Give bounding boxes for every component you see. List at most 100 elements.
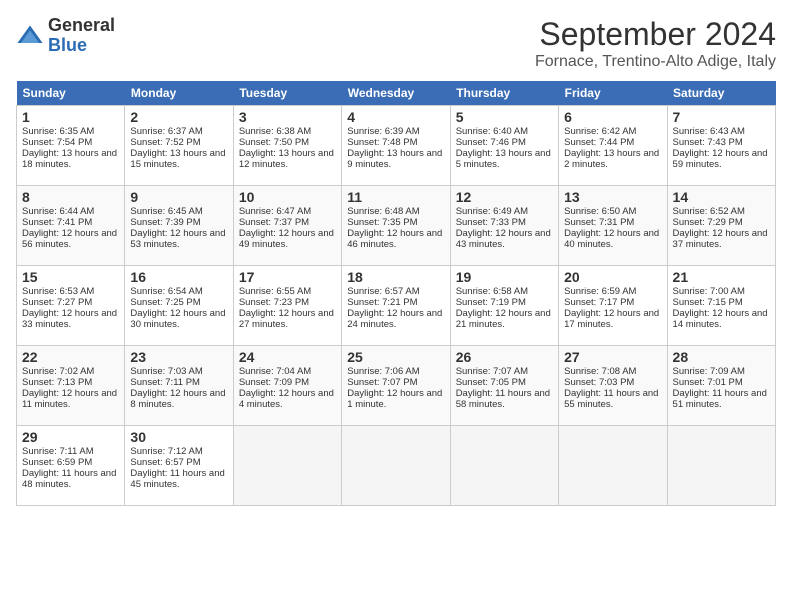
day-info: Daylight: 12 hours and 37 minutes. — [673, 228, 770, 250]
day-info: Sunrise: 6:57 AM — [347, 286, 444, 297]
day-info: Daylight: 12 hours and 17 minutes. — [564, 308, 661, 330]
day-info: Sunset: 7:13 PM — [22, 377, 119, 388]
calendar-cell: 28Sunrise: 7:09 AMSunset: 7:01 PMDayligh… — [667, 346, 775, 426]
calendar-cell: 29Sunrise: 7:11 AMSunset: 6:59 PMDayligh… — [17, 426, 125, 506]
day-number: 11 — [347, 189, 444, 205]
day-info: Sunrise: 6:35 AM — [22, 126, 119, 137]
week-row: 8Sunrise: 6:44 AMSunset: 7:41 PMDaylight… — [17, 186, 776, 266]
day-info: Daylight: 12 hours and 30 minutes. — [130, 308, 227, 330]
day-info: Sunrise: 7:06 AM — [347, 366, 444, 377]
day-info: Sunset: 7:48 PM — [347, 137, 444, 148]
day-info: Sunset: 6:57 PM — [130, 457, 227, 468]
day-number: 4 — [347, 109, 444, 125]
day-info: Daylight: 12 hours and 14 minutes. — [673, 308, 770, 330]
month-title: September 2024 — [535, 16, 776, 53]
week-row: 15Sunrise: 6:53 AMSunset: 7:27 PMDayligh… — [17, 266, 776, 346]
day-info: Sunset: 7:01 PM — [673, 377, 770, 388]
day-info: Sunrise: 7:00 AM — [673, 286, 770, 297]
day-info: Daylight: 13 hours and 5 minutes. — [456, 148, 553, 170]
day-info: Sunrise: 6:52 AM — [673, 206, 770, 217]
calendar-cell: 26Sunrise: 7:07 AMSunset: 7:05 PMDayligh… — [450, 346, 558, 426]
day-info: Sunset: 7:21 PM — [347, 297, 444, 308]
day-info: Sunset: 7:35 PM — [347, 217, 444, 228]
day-info: Daylight: 12 hours and 53 minutes. — [130, 228, 227, 250]
day-info: Sunset: 7:50 PM — [239, 137, 336, 148]
day-info: Sunrise: 6:53 AM — [22, 286, 119, 297]
day-info: Sunset: 7:41 PM — [22, 217, 119, 228]
col-header-friday: Friday — [559, 81, 667, 106]
day-info: Sunrise: 6:54 AM — [130, 286, 227, 297]
title-block: September 2024 Fornace, Trentino-Alto Ad… — [535, 16, 776, 71]
day-info: Daylight: 12 hours and 33 minutes. — [22, 308, 119, 330]
day-info: Daylight: 13 hours and 18 minutes. — [22, 148, 119, 170]
header: General Blue September 2024 Fornace, Tre… — [16, 16, 776, 71]
day-number: 7 — [673, 109, 770, 125]
day-info: Sunrise: 6:49 AM — [456, 206, 553, 217]
calendar-cell: 5Sunrise: 6:40 AMSunset: 7:46 PMDaylight… — [450, 106, 558, 186]
day-info: Sunrise: 6:59 AM — [564, 286, 661, 297]
calendar-cell: 17Sunrise: 6:55 AMSunset: 7:23 PMDayligh… — [233, 266, 341, 346]
day-info: Sunrise: 6:58 AM — [456, 286, 553, 297]
col-header-wednesday: Wednesday — [342, 81, 450, 106]
day-info: Daylight: 11 hours and 45 minutes. — [130, 468, 227, 490]
day-info: Daylight: 13 hours and 15 minutes. — [130, 148, 227, 170]
day-number: 16 — [130, 269, 227, 285]
calendar-cell: 3Sunrise: 6:38 AMSunset: 7:50 PMDaylight… — [233, 106, 341, 186]
day-number: 1 — [22, 109, 119, 125]
day-info: Daylight: 12 hours and 56 minutes. — [22, 228, 119, 250]
day-info: Daylight: 12 hours and 8 minutes. — [130, 388, 227, 410]
week-row: 22Sunrise: 7:02 AMSunset: 7:13 PMDayligh… — [17, 346, 776, 426]
calendar-cell: 4Sunrise: 6:39 AMSunset: 7:48 PMDaylight… — [342, 106, 450, 186]
day-number: 24 — [239, 349, 336, 365]
day-info: Sunset: 7:07 PM — [347, 377, 444, 388]
day-info: Sunset: 7:44 PM — [564, 137, 661, 148]
day-number: 5 — [456, 109, 553, 125]
calendar-cell: 19Sunrise: 6:58 AMSunset: 7:19 PMDayligh… — [450, 266, 558, 346]
day-info: Sunset: 7:03 PM — [564, 377, 661, 388]
calendar-table: SundayMondayTuesdayWednesdayThursdayFrid… — [16, 81, 776, 506]
day-number: 21 — [673, 269, 770, 285]
calendar-cell: 18Sunrise: 6:57 AMSunset: 7:21 PMDayligh… — [342, 266, 450, 346]
day-number: 15 — [22, 269, 119, 285]
day-info: Sunrise: 6:55 AM — [239, 286, 336, 297]
day-info: Sunset: 7:15 PM — [673, 297, 770, 308]
calendar-cell: 2Sunrise: 6:37 AMSunset: 7:52 PMDaylight… — [125, 106, 233, 186]
day-info: Sunset: 7:39 PM — [130, 217, 227, 228]
page-container: General Blue September 2024 Fornace, Tre… — [0, 0, 792, 514]
day-number: 29 — [22, 429, 119, 445]
day-info: Daylight: 12 hours and 59 minutes. — [673, 148, 770, 170]
calendar-cell: 27Sunrise: 7:08 AMSunset: 7:03 PMDayligh… — [559, 346, 667, 426]
day-info: Sunset: 7:29 PM — [673, 217, 770, 228]
calendar-cell: 9Sunrise: 6:45 AMSunset: 7:39 PMDaylight… — [125, 186, 233, 266]
day-info: Daylight: 12 hours and 27 minutes. — [239, 308, 336, 330]
day-info: Sunrise: 7:11 AM — [22, 446, 119, 457]
day-number: 30 — [130, 429, 227, 445]
calendar-cell — [450, 426, 558, 506]
day-info: Daylight: 12 hours and 24 minutes. — [347, 308, 444, 330]
location: Fornace, Trentino-Alto Adige, Italy — [535, 53, 776, 71]
day-number: 23 — [130, 349, 227, 365]
day-info: Sunset: 7:09 PM — [239, 377, 336, 388]
day-number: 25 — [347, 349, 444, 365]
day-info: Daylight: 12 hours and 4 minutes. — [239, 388, 336, 410]
calendar-cell: 1Sunrise: 6:35 AMSunset: 7:54 PMDaylight… — [17, 106, 125, 186]
day-number: 22 — [22, 349, 119, 365]
logo-icon — [16, 22, 44, 50]
day-number: 8 — [22, 189, 119, 205]
day-number: 19 — [456, 269, 553, 285]
calendar-cell: 23Sunrise: 7:03 AMSunset: 7:11 PMDayligh… — [125, 346, 233, 426]
day-info: Sunset: 7:11 PM — [130, 377, 227, 388]
col-header-saturday: Saturday — [667, 81, 775, 106]
day-number: 12 — [456, 189, 553, 205]
week-row: 29Sunrise: 7:11 AMSunset: 6:59 PMDayligh… — [17, 426, 776, 506]
day-info: Sunrise: 6:48 AM — [347, 206, 444, 217]
day-info: Sunrise: 6:38 AM — [239, 126, 336, 137]
calendar-cell: 14Sunrise: 6:52 AMSunset: 7:29 PMDayligh… — [667, 186, 775, 266]
calendar-cell: 12Sunrise: 6:49 AMSunset: 7:33 PMDayligh… — [450, 186, 558, 266]
day-info: Sunset: 7:23 PM — [239, 297, 336, 308]
logo: General Blue — [16, 16, 115, 56]
day-info: Daylight: 11 hours and 51 minutes. — [673, 388, 770, 410]
day-info: Daylight: 11 hours and 55 minutes. — [564, 388, 661, 410]
day-info: Sunrise: 6:44 AM — [22, 206, 119, 217]
calendar-cell: 6Sunrise: 6:42 AMSunset: 7:44 PMDaylight… — [559, 106, 667, 186]
